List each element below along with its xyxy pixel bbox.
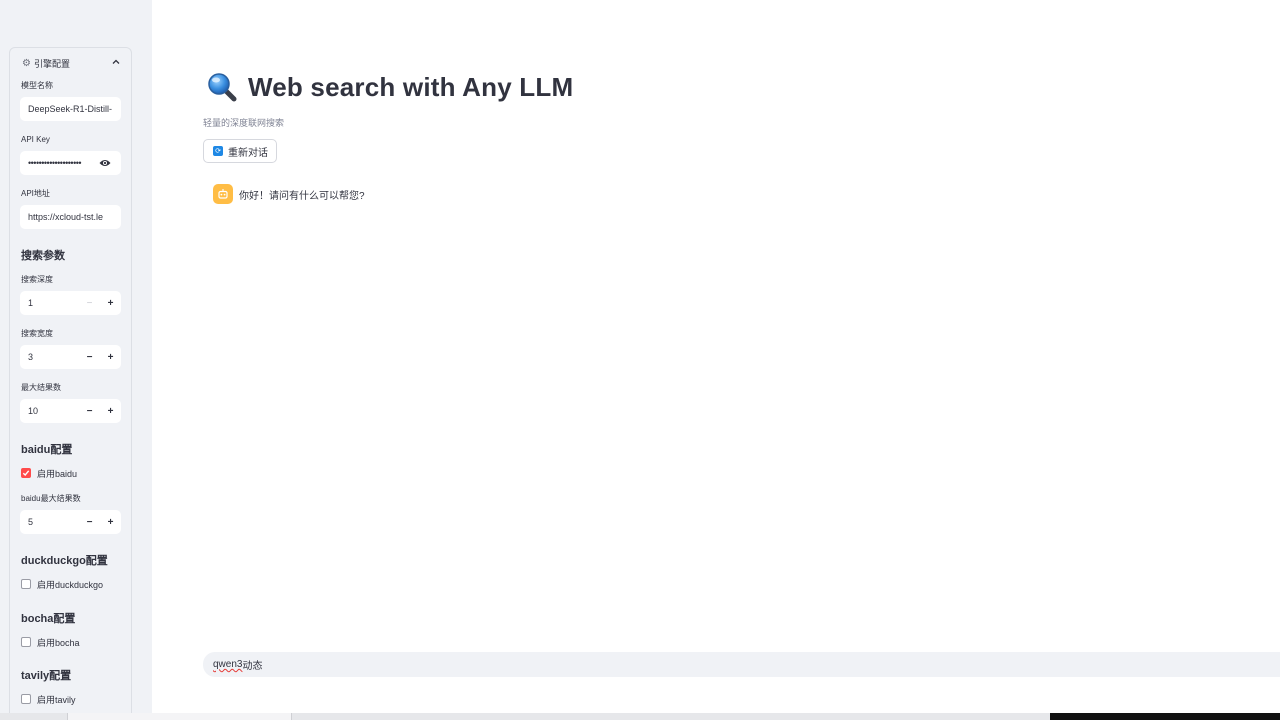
page-header: Web search with Any LLM xyxy=(206,70,573,104)
bot-avatar-icon xyxy=(213,184,233,204)
search-depth-label: 搜索深度 xyxy=(21,275,53,284)
baidu-max-results-label: baidu最大结果数 xyxy=(21,494,81,503)
max-results-value[interactable]: 10 xyxy=(20,406,79,416)
page-subtitle: 轻量的深度联网搜索 xyxy=(203,118,285,128)
chat-input[interactable]: qwen3 动态 xyxy=(203,652,1280,677)
model-name-label: 模型名称 xyxy=(21,81,53,90)
api-key-label: API Key xyxy=(21,135,50,144)
api-key-value: •••••••••••••••••••• xyxy=(28,158,82,168)
search-breadth-decrement[interactable]: − xyxy=(79,345,100,369)
max-results-label: 最大结果数 xyxy=(21,383,61,392)
max-results-decrement[interactable]: − xyxy=(79,399,100,423)
bocha-config-title: bocha配置 xyxy=(21,613,76,625)
magnifier-icon xyxy=(208,73,237,102)
api-url-label: API地址 xyxy=(21,189,50,198)
assistant-message-text: 你好！请问有什么可以帮您? xyxy=(239,190,365,202)
sidebar: ⚙ 引擎配置 模型名称 DeepSeek-R1-Distill- API Key… xyxy=(0,0,152,713)
baidu-config-title: baidu配置 xyxy=(21,444,73,456)
checkbox-checked-icon[interactable] xyxy=(21,468,31,478)
bocha-enable-checkbox[interactable]: 启用bocha xyxy=(21,636,80,648)
duckduckgo-config-title: duckduckgo配置 xyxy=(21,555,108,567)
page-title: Web search with Any LLM xyxy=(248,71,574,102)
baidu-max-results-stepper[interactable]: 5 − + xyxy=(20,510,121,534)
search-breadth-stepper[interactable]: 3 − + xyxy=(20,345,121,369)
search-depth-value[interactable]: 1 xyxy=(20,298,79,308)
checkbox-unchecked-icon[interactable] xyxy=(21,579,31,589)
taskbar-tray xyxy=(1050,713,1280,720)
reset-chat-label: 重新对话 xyxy=(228,147,268,159)
expander-header[interactable]: ⚙ 引擎配置 xyxy=(22,56,122,70)
model-name-value: DeepSeek-R1-Distill- xyxy=(28,104,113,114)
baidu-enable-checkbox[interactable]: 启用baidu xyxy=(21,467,77,479)
duckduckgo-enable-checkbox[interactable]: 启用duckduckgo xyxy=(21,578,103,590)
tavily-enable-checkbox[interactable]: 启用tavily xyxy=(21,693,76,705)
chat-input-text: 动态 xyxy=(242,661,263,672)
search-breadth-increment[interactable]: + xyxy=(100,345,121,369)
tavily-config-title: tavily配置 xyxy=(21,670,72,682)
baidu-max-results-value[interactable]: 5 xyxy=(20,517,79,527)
search-depth-stepper[interactable]: 1 − + xyxy=(20,291,121,315)
model-name-input[interactable]: DeepSeek-R1-Distill- xyxy=(20,97,121,121)
chat-input-misspelled-text: qwen3 xyxy=(213,659,243,670)
api-key-input[interactable]: •••••••••••••••••••• xyxy=(20,151,121,175)
checkbox-unchecked-icon[interactable] xyxy=(21,637,31,647)
api-url-input[interactable]: https://xcloud-tst.le xyxy=(20,205,121,229)
baidu-max-results-decrement[interactable]: − xyxy=(79,510,100,534)
baidu-enable-label: 启用baidu xyxy=(37,468,78,479)
search-params-title: 搜索参数 xyxy=(21,250,65,262)
taskbar-strip xyxy=(0,713,1280,720)
taskbar-item[interactable] xyxy=(67,713,292,720)
tavily-enable-label: 启用tavily xyxy=(37,694,76,705)
assistant-message: 你好！请问有什么可以帮您? xyxy=(213,184,365,204)
gear-icon: ⚙ xyxy=(22,57,31,69)
baidu-max-results-increment[interactable]: + xyxy=(100,510,121,534)
max-results-stepper[interactable]: 10 − + xyxy=(20,399,121,423)
expander-title: 引擎配置 xyxy=(33,58,70,69)
reset-chat-button[interactable]: ⟳ 重新对话 xyxy=(203,139,277,163)
duckduckgo-enable-label: 启用duckduckgo xyxy=(37,579,104,590)
chevron-up-icon[interactable] xyxy=(111,57,121,67)
bocha-enable-label: 启用bocha xyxy=(37,637,80,648)
engine-config-expander: ⚙ 引擎配置 模型名称 DeepSeek-R1-Distill- API Key… xyxy=(9,47,132,713)
search-breadth-value[interactable]: 3 xyxy=(20,352,79,362)
search-depth-increment[interactable]: + xyxy=(100,291,121,315)
checkbox-unchecked-icon[interactable] xyxy=(21,694,31,704)
search-breadth-label: 搜索宽度 xyxy=(21,329,53,338)
refresh-icon: ⟳ xyxy=(213,146,223,156)
max-results-increment[interactable]: + xyxy=(100,399,121,423)
eye-icon[interactable] xyxy=(99,159,111,167)
api-url-value: https://xcloud-tst.le xyxy=(28,212,104,222)
search-depth-decrement[interactable]: − xyxy=(79,291,100,315)
